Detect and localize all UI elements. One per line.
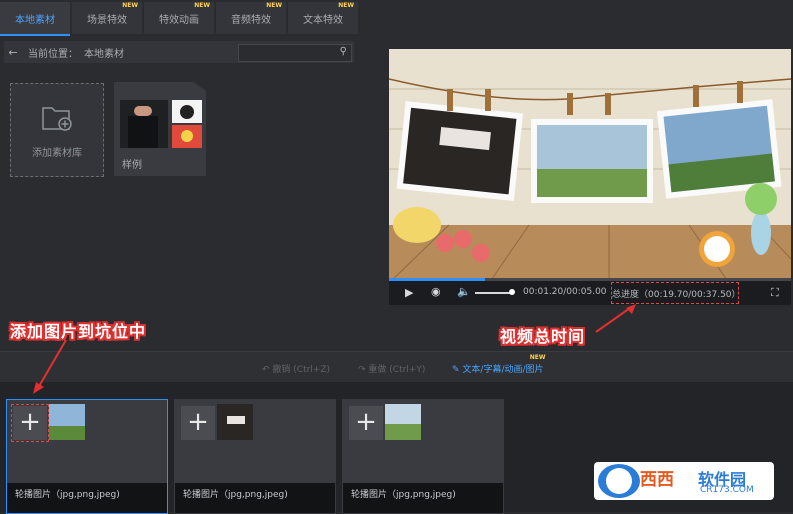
tab-bar: 本地素材 场景特效 NEW 特效动画 NEW 音频特效 NEW 文本特效 NEW (0, 0, 362, 36)
folder-corner (192, 81, 206, 91)
play-icon[interactable]: ▶ (405, 286, 413, 299)
undo-button[interactable]: ↶ 撤销 (Ctrl+Z) (262, 362, 330, 375)
back-arrow-icon[interactable]: ← (4, 46, 22, 59)
volume-slider[interactable] (475, 292, 511, 294)
watermark-emblem-inner (606, 468, 632, 494)
image-slot-3[interactable]: + 轮播图片（jpg,png,jpeg) (342, 399, 504, 514)
breadcrumb-value: 本地素材 (84, 48, 124, 60)
preview-image (389, 49, 791, 283)
preview-eye-icon[interactable]: ◉ (431, 285, 441, 298)
edit-toolbar: ↶ 撤销 (Ctrl+Z) ↷ 重做 (Ctrl+Y) ✎ 文本/字幕/动画/图… (0, 351, 793, 382)
new-badge: NEW (122, 2, 138, 9)
undo-label: 撤销 (Ctrl+Z) (272, 365, 331, 375)
total-progress: 总进度（00:19.70/00:37.50） (611, 282, 741, 304)
slot-thumbnail (385, 404, 421, 440)
image-slot-2[interactable]: + 轮播图片（jpg,png,jpeg) (174, 399, 336, 514)
search-input[interactable]: ⚲ (238, 44, 352, 62)
volume-handle[interactable] (509, 289, 515, 295)
tab-audio-effects[interactable]: 音频特效 NEW (216, 2, 286, 34)
annotation-arrow-right (595, 304, 636, 333)
search-icon[interactable]: ⚲ (340, 46, 347, 57)
new-badge: NEW (529, 354, 546, 361)
watermark-logo: 西西 软件园 CR173.COM (594, 462, 774, 500)
video-preview (389, 49, 791, 283)
slot-caption: 轮播图片（jpg,png,jpeg) (7, 483, 167, 513)
volume-icon[interactable]: 🔈 (457, 285, 471, 298)
annotation-arrow-left (33, 339, 67, 394)
slot-caption: 轮播图片（jpg,png,jpeg) (343, 483, 503, 513)
current-time: 00:01.20/00:05.00 (523, 287, 607, 297)
tab-text-effects[interactable]: 文本特效 NEW (288, 2, 358, 34)
add-library-button[interactable]: 添加素材库 (10, 83, 104, 177)
fullscreen-icon[interactable]: ⛶ (771, 286, 779, 300)
sample-thumbnails (120, 100, 202, 148)
new-badge: NEW (194, 2, 210, 9)
new-badge: NEW (266, 2, 282, 9)
new-badge: NEW (338, 2, 354, 9)
tab-effect-animation[interactable]: 特效动画 NEW (144, 2, 214, 34)
add-image-icon[interactable]: + (349, 406, 383, 440)
image-slot-1[interactable]: + 轮播图片（jpg,png,jpeg) (6, 399, 168, 514)
add-image-icon[interactable]: + (181, 406, 215, 440)
tab-local-materials[interactable]: 本地素材 (0, 2, 70, 36)
slot-thumbnail (217, 404, 253, 440)
total-progress-text: 总进度（00:19.70/00:37.50） (612, 289, 741, 300)
sample-label: 样例 (122, 160, 142, 171)
annotation-total-time: 视频总时间 (500, 327, 586, 346)
text-effects-button[interactable]: ✎ 文本/字幕/动画/图片 NEW (452, 354, 546, 375)
add-image-icon[interactable]: + (11, 404, 49, 442)
watermark-url: CR173.COM (700, 485, 754, 495)
breadcrumb-label: 当前位置： (28, 48, 78, 60)
watermark-name: 西西 (640, 470, 674, 490)
slot-thumbnail (49, 404, 85, 440)
add-library-label: 添加素材库 (32, 148, 82, 159)
redo-label: 重做 (Ctrl+Y) (368, 365, 426, 375)
folder-add-icon (42, 107, 72, 131)
slot-caption: 轮播图片（jpg,png,jpeg) (175, 483, 335, 513)
sample-folder[interactable]: 样例 (114, 81, 206, 176)
redo-button[interactable]: ↷ 重做 (Ctrl+Y) (358, 362, 425, 375)
text-effects-label: 文本/字幕/动画/图片 (462, 365, 544, 375)
tab-scene-effects[interactable]: 场景特效 NEW (72, 2, 142, 34)
